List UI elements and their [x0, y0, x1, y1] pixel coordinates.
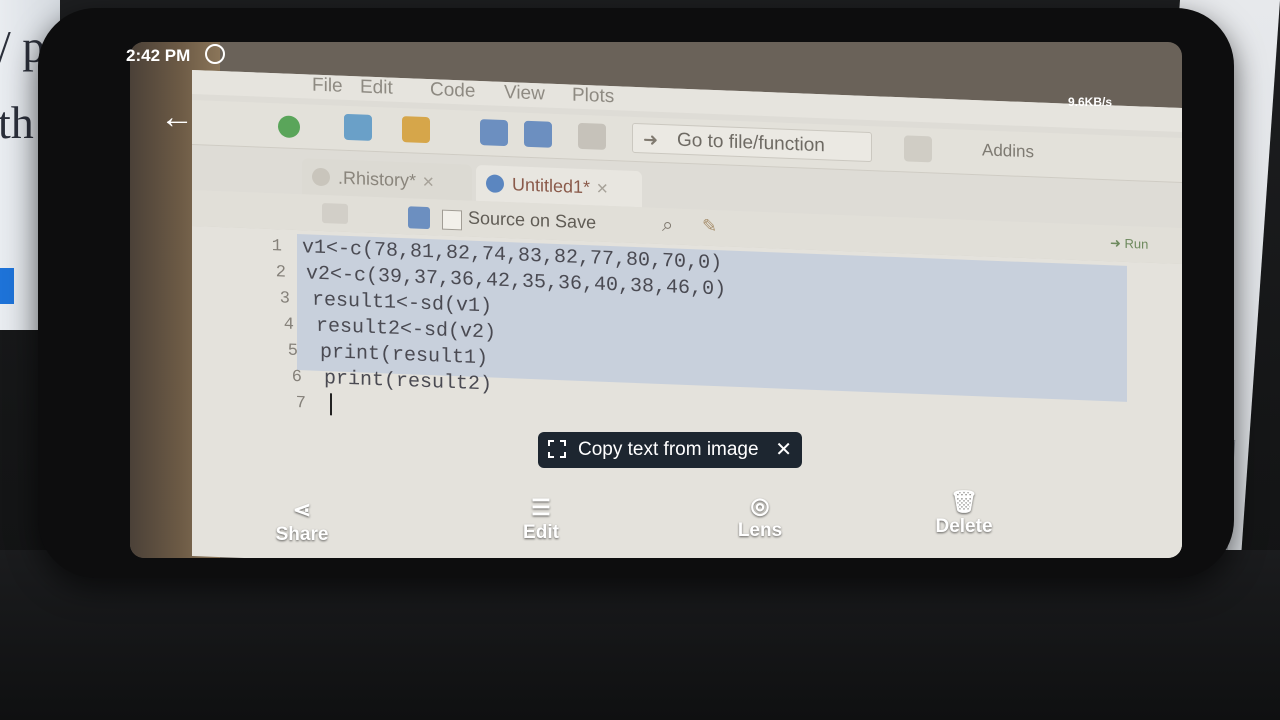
bg-text-2: th	[0, 97, 34, 148]
status-time: 2:42 PM	[126, 46, 191, 65]
trash-icon: 🗑	[950, 489, 978, 514]
menu-view[interactable]: View	[504, 82, 545, 106]
copy-text-from-image-chip[interactable]: Copy text from image ✕	[538, 432, 802, 468]
line-number: 4	[283, 315, 294, 335]
line-number: 3	[279, 289, 290, 309]
magic-wand-icon[interactable]: ✎	[702, 216, 717, 238]
lens-button[interactable]: ◎ Lens	[710, 492, 810, 542]
source-on-save-label: Source on Save	[468, 207, 597, 233]
network-speed: 9.6KB/s	[1067, 95, 1112, 109]
save-icon[interactable]	[408, 206, 430, 230]
tab-label: .Rhistory*	[338, 167, 417, 191]
text-select-icon	[548, 440, 566, 458]
back-nav-icon[interactable]	[322, 202, 348, 224]
run-label: Run	[1124, 235, 1149, 252]
delete-button[interactable]: 🗑 Delete	[914, 488, 1014, 538]
goto-arrow-icon: ➜	[643, 129, 659, 150]
close-icon[interactable]: ✕	[422, 174, 435, 191]
share-label: Share	[275, 524, 329, 545]
line-number: 6	[291, 367, 302, 388]
print-icon[interactable]	[578, 122, 606, 150]
delete-label: Delete	[935, 516, 993, 537]
copy-text-label: Copy text from image	[578, 439, 759, 460]
rstudio-window: File Edit Code View Plots ➜ Go to file/f	[192, 70, 1182, 558]
whatsapp-icon	[205, 44, 225, 64]
bg-blue-tab	[0, 268, 14, 304]
lens-label: Lens	[737, 520, 783, 541]
menu-file[interactable]: File	[312, 75, 343, 98]
search-icon[interactable]: ⌕	[662, 214, 673, 237]
phone-frame: File Edit Code View Plots ➜ Go to file/f	[38, 8, 1234, 578]
menu-plots[interactable]: Plots	[572, 85, 614, 109]
share-button[interactable]: ⋖ Share	[252, 496, 352, 546]
save-all-icon[interactable]	[524, 120, 552, 148]
close-icon[interactable]: ✕	[596, 181, 609, 198]
addins-menu[interactable]: Addins	[982, 140, 1034, 162]
line-number: 5	[287, 341, 298, 362]
tab-label: Untitled1*	[512, 174, 591, 198]
edit-label: Edit	[523, 522, 559, 543]
edit-button[interactable]: ☰ Edit	[491, 494, 591, 544]
photo-scene: / p th 11 12 13 14 File Edit Code View P…	[0, 0, 1280, 720]
open-folder-icon[interactable]	[402, 116, 430, 144]
run-button[interactable]: ➜ Run	[1110, 235, 1148, 252]
menu-edit[interactable]: Edit	[360, 76, 393, 99]
goto-label: Go to file/function	[677, 129, 825, 157]
grid-icon[interactable]	[904, 135, 932, 163]
sliders-icon: ☰	[531, 495, 551, 520]
share-icon: ⋖	[292, 497, 312, 522]
new-file-icon[interactable]	[278, 115, 300, 139]
back-arrow-icon[interactable]: ←	[160, 100, 194, 134]
text-caret	[330, 393, 332, 416]
line-number: 7	[295, 393, 306, 414]
lens-icon: ◎	[750, 493, 770, 518]
menu-code[interactable]: Code	[430, 79, 475, 103]
phone-screen: File Edit Code View Plots ➜ Go to file/f	[130, 42, 1182, 558]
line-number: 2	[275, 263, 286, 283]
new-project-icon[interactable]	[344, 113, 372, 141]
r-file-icon	[486, 174, 504, 193]
line-number: 1	[271, 237, 282, 257]
close-icon[interactable]: ✕	[775, 432, 792, 468]
save-icon[interactable]	[480, 119, 508, 147]
source-on-save-checkbox[interactable]	[442, 209, 462, 231]
history-icon	[312, 167, 330, 187]
goto-file-input[interactable]: ➜ Go to file/function	[632, 122, 872, 163]
